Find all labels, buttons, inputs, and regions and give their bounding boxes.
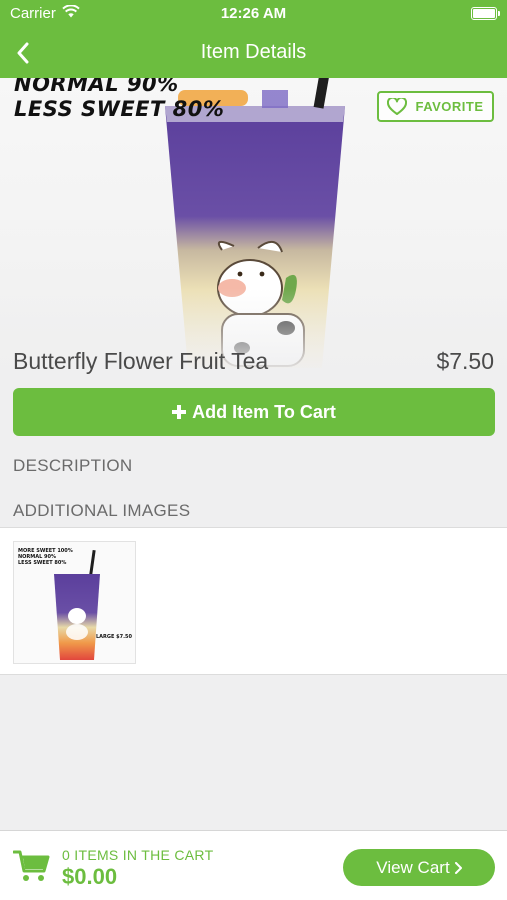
nav-bar: Item Details (0, 28, 507, 78)
view-cart-label: View Cart (376, 857, 450, 877)
add-to-cart-label: Add Item To Cart (192, 401, 336, 422)
plus-icon (172, 405, 187, 419)
view-cart-button[interactable]: View Cart (343, 849, 495, 886)
hero-image: NORMAL 90% LESS SWEET 80% FAVORITE (0, 78, 507, 378)
favorite-button[interactable]: FAVORITE (377, 91, 494, 122)
additional-image-thumbnail[interactable]: MORE SWEET 100% NORMAL 90% LESS SWEET 80… (13, 541, 136, 664)
item-header: Butterfly Flower Fruit Tea $7.50 (13, 345, 494, 377)
hero-overlay-text: NORMAL 90% LESS SWEET 80% (14, 78, 224, 122)
page-title: Item Details (200, 41, 307, 63)
cart-total: $0.00 (62, 864, 118, 889)
add-to-cart-button[interactable]: Add Item To Cart (13, 388, 495, 436)
thumbnail-price-tag: LARGE $7.50 (96, 634, 132, 640)
chevron-right-icon (454, 861, 462, 874)
cart-item-count: 0 ITEMS IN THE CART (62, 847, 214, 863)
status-time: 12:26 AM (220, 5, 287, 22)
status-bar: Carrier 12:26 AM (0, 0, 507, 28)
favorite-label: FAVORITE (415, 99, 484, 114)
additional-images-header: ADDITIONAL IMAGES (13, 501, 191, 520)
additional-images-strip: MORE SWEET 100% NORMAL 90% LESS SWEET 80… (0, 527, 507, 675)
cart-icon (13, 850, 50, 881)
battery-icon (471, 7, 500, 20)
hero-overlay-line: LESS SWEET 80% (14, 97, 225, 121)
heart-icon (387, 97, 408, 115)
hero-overlay-line: NORMAL 90% (14, 78, 179, 96)
cart-bar: 0 ITEMS IN THE CART $0.00 View Cart (0, 830, 507, 900)
item-price: $7.50 (436, 347, 494, 374)
thumbnail-drink-image (54, 549, 100, 660)
description-header: DESCRIPTION (13, 456, 133, 475)
item-name: Butterfly Flower Fruit Tea (13, 347, 269, 374)
